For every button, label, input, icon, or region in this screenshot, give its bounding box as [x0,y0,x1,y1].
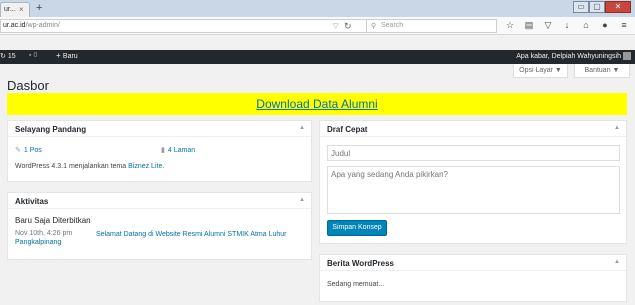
recently-published-heading: Baru Saja Diterbitkan [15,216,91,225]
box-header[interactable]: Aktivitas ▲ [8,193,311,209]
browser-nav-bar: ur.ac.id/wp-admin/ ▽ ↻ ⚲ Search ☆ ▤ ▽ ↓ … [0,17,635,35]
posts-count-link[interactable]: ✎ 1 Pos [15,146,42,154]
draft-title-input[interactable]: Judul [327,145,620,161]
pages-count-link[interactable]: ▮ 4 Laman [161,146,195,154]
box-header[interactable]: Draf Cepat ▲ [320,121,626,137]
close-window-button[interactable]: ✕ [605,1,631,13]
glance-counts: ✎ 1 Pos ▮ 4 Laman [15,146,305,156]
tab-close-icon[interactable]: × [19,5,24,14]
plus-icon: + [56,51,63,60]
wp-admin-bar: ↻ 15 ▪ 0 + Baru Apa kabar, Delpiah Wahyu… [0,50,635,64]
comments-link[interactable]: ▪ 0 [29,52,37,59]
avatar [623,52,631,60]
tab-title: ur... [4,6,16,13]
browser-tab-bar: ur... × + ▭ ▢ ✕ [0,0,635,17]
post-link-continued[interactable]: Pangkalpinang [15,239,61,246]
download-banner: Download Data Alumni [7,93,627,115]
post-link[interactable]: Selamat Datang di Website Resmi Alumni S… [96,230,296,239]
browser-tab[interactable]: ur... × [0,2,30,17]
download-data-link[interactable]: Download Data Alumni [256,97,377,111]
address-text: ur.ac.id/wp-admin/ [3,22,60,29]
collapse-toggle-icon[interactable]: ▲ [614,125,620,131]
save-draft-button[interactable]: Simpan Konsep [327,220,387,236]
reload-icon[interactable]: ↻ [344,21,352,32]
at-a-glance-box: Selayang Pandang ▲ ✎ 1 Pos ▮ 4 Laman WordP… [7,120,312,182]
box-title: Aktivitas [15,197,49,206]
new-content-link[interactable]: + Baru [56,51,78,60]
box-title: Draf Cepat [327,125,368,134]
bookmark-star-icon[interactable]: ☆ [505,20,515,31]
browser-toolbar-icons: ☆ ▤ ▽ ↓ ⌂ ● ≡ [505,20,629,31]
activity-box: Aktivitas ▲ Baru Saja Diterbitkan Nov 10… [7,192,312,260]
search-placeholder: Search [381,22,404,29]
post-date: Nov 10th, 4:26 pm [15,230,73,237]
help-button[interactable]: Bantuan ▼ [574,64,630,78]
updates-icon: ↻ [0,53,8,60]
screen-options-button[interactable]: Opsi Layar ▼ [513,64,568,78]
download-icon[interactable]: ↓ [562,20,572,31]
minimize-button[interactable]: ▭ [573,1,589,13]
window-controls: ▭ ▢ ✕ [573,1,631,14]
maximize-button[interactable]: ▢ [589,1,605,13]
draft-content-textarea[interactable]: Apa yang sedang Anda pikirkan? [327,166,620,214]
box-header[interactable]: Selayang Pandang ▲ [8,121,311,137]
page-title: Dasbor [7,78,49,93]
browser-search-input[interactable]: ⚲ Search [367,19,497,33]
box-title: Selayang Pandang [15,125,87,134]
collapse-toggle-icon[interactable]: ▲ [299,125,305,131]
collapse-toggle-icon[interactable]: ▲ [299,197,305,203]
new-tab-button[interactable]: + [36,2,42,14]
pocket-icon[interactable]: ▽ [543,20,553,31]
box-header[interactable]: Berita WordPress ▲ [320,255,626,271]
collapse-toggle-icon[interactable]: ▲ [614,259,620,265]
quick-draft-box: Draf Cepat ▲ Judul Apa yang sedang Anda … [319,120,627,244]
address-bar[interactable]: ur.ac.id/wp-admin/ ▽ ↻ [0,19,367,33]
account-menu[interactable]: Apa kabar, Delpiah Wahyuningsih [516,52,631,60]
chevron-down-icon[interactable]: ▽ [333,22,338,30]
theme-link[interactable]: Biznez Lite [128,163,162,170]
chat-icon[interactable]: ● [600,20,610,31]
wp-news-box: Berita WordPress ▲ Sedang memuat... [319,254,627,302]
home-icon[interactable]: ⌂ [581,20,591,31]
box-title: Berita WordPress [327,259,394,268]
menu-icon[interactable]: ≡ [619,20,629,31]
page-icon: ▮ [161,147,165,154]
loading-text: Sedang memuat... [327,281,385,288]
pin-icon: ✎ [15,147,21,154]
updates-link[interactable]: ↻ 15 [0,52,16,60]
search-icon: ⚲ [371,23,377,30]
reading-list-icon[interactable]: ▤ [524,20,534,31]
version-info: WordPress 4.3.1 menjalankan tema Biznez … [15,163,165,170]
